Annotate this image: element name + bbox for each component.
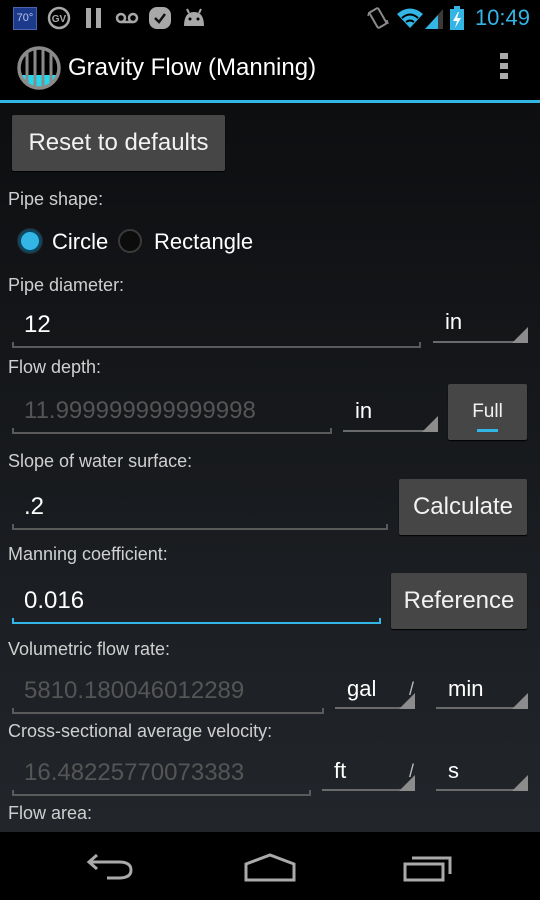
flow-depth-unit: in — [355, 398, 373, 423]
dropdown-arrow-icon — [422, 416, 438, 432]
radio-circle[interactable] — [18, 229, 42, 253]
flow-depth-unit-dropdown[interactable]: in — [343, 398, 438, 432]
velocity-value: 16.48225770073383 — [24, 759, 245, 786]
reset-to-defaults-button[interactable]: Reset to defaults — [12, 115, 225, 171]
overflow-menu-icon[interactable] — [500, 53, 510, 83]
velocity-time-unit: s — [448, 758, 459, 783]
reference-button[interactable]: Reference — [391, 573, 527, 629]
app-title: Gravity Flow (Manning) — [68, 54, 317, 81]
svg-text:GV: GV — [52, 14, 67, 25]
signal-icon — [425, 9, 443, 29]
flow-rate-time-unit-dropdown[interactable]: min — [436, 676, 528, 709]
android-icon — [184, 8, 204, 26]
full-button[interactable]: Full — [448, 384, 527, 440]
task-check-icon — [149, 7, 171, 29]
back-icon[interactable] — [85, 852, 137, 884]
calculate-button[interactable]: Calculate — [399, 479, 527, 535]
manning-coefficient-label: Manning coefficient: — [8, 544, 168, 564]
unit-separator: / — [409, 761, 415, 781]
velocity-time-unit-dropdown[interactable]: s — [436, 758, 528, 791]
dropdown-arrow-icon — [512, 693, 528, 709]
manning-coefficient-input[interactable]: 0.016 — [12, 587, 381, 624]
action-bar: Gravity Flow (Manning) — [0, 37, 540, 103]
flow-rate-output[interactable]: 5810.180046012289 — [12, 677, 324, 714]
pipe-flow-icon — [17, 46, 61, 90]
pipe-diameter-label: Pipe diameter: — [8, 275, 125, 295]
vibrate-icon — [367, 7, 389, 29]
velocity-length-unit: ft — [334, 758, 347, 783]
flow-rate-time-unit: min — [448, 676, 484, 701]
full-button-label: Full — [472, 401, 503, 422]
radio-rectangle[interactable] — [118, 229, 142, 253]
slope-input[interactable]: .2 — [12, 493, 388, 530]
calculator-form: Reset to defaults Pipe shape: Circle Rec… — [0, 103, 540, 832]
radio-circle-label[interactable]: Circle — [52, 229, 108, 255]
recent-apps-icon[interactable] — [400, 852, 456, 884]
home-icon[interactable] — [242, 852, 298, 884]
navigation-bar — [0, 832, 540, 900]
flow-rate-volume-unit-dropdown[interactable]: gal — [335, 676, 415, 709]
velocity-output[interactable]: 16.48225770073383 — [12, 759, 311, 796]
flow-rate-volume-unit: gal — [347, 676, 377, 701]
status-bar: 70° GV 10:49 — [0, 0, 540, 37]
radio-rectangle-label[interactable]: Rectangle — [154, 229, 253, 255]
pipe-diameter-unit: in — [445, 309, 463, 334]
wifi-icon — [397, 8, 423, 28]
slope-value: .2 — [24, 493, 45, 520]
pipe-diameter-input[interactable]: 12 — [12, 311, 421, 348]
flow-depth-label: Flow depth: — [8, 357, 102, 377]
flow-area-label: Flow area: — [8, 803, 93, 823]
dropdown-arrow-icon — [512, 327, 528, 343]
unit-separator: / — [409, 679, 415, 699]
flow-depth-value: 11.999999999999998 — [24, 397, 256, 424]
full-toggle-indicator — [477, 429, 498, 432]
google-voice-icon: GV — [47, 6, 71, 30]
flow-rate-value: 5810.180046012289 — [24, 677, 245, 704]
pipe-diameter-unit-dropdown[interactable]: in — [433, 309, 528, 343]
manning-coefficient-value: 0.016 — [24, 587, 85, 614]
dropdown-arrow-icon — [512, 775, 528, 791]
pause-icon — [86, 8, 101, 28]
slope-label: Slope of water surface: — [8, 451, 193, 471]
weather-icon: 70° — [13, 7, 37, 30]
clock: 10:49 — [474, 5, 530, 30]
flow-rate-label: Volumetric flow rate: — [8, 639, 171, 659]
pipe-diameter-value: 12 — [24, 311, 51, 338]
flow-depth-input[interactable]: 11.999999999999998 — [12, 397, 332, 434]
velocity-label: Cross-sectional average velocity: — [8, 721, 273, 741]
battery-charging-icon — [450, 6, 464, 30]
pipe-shape-label: Pipe shape: — [8, 189, 104, 209]
voicemail-icon — [115, 12, 139, 24]
velocity-length-unit-dropdown[interactable]: ft — [322, 758, 415, 791]
